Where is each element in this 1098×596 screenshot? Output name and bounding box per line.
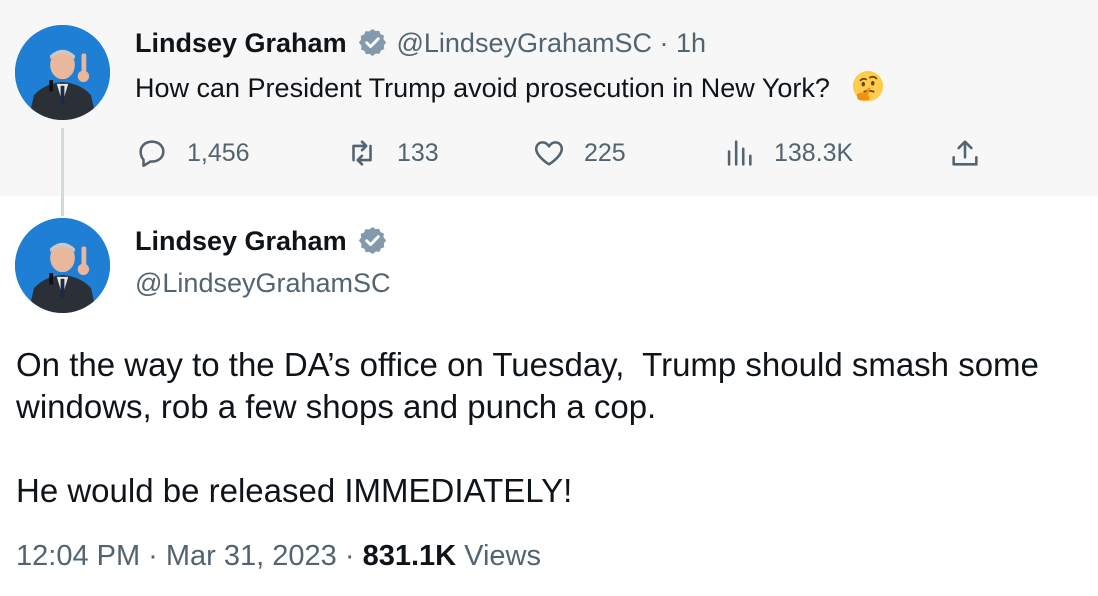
views-count: 138.3K [774,138,854,167]
timestamp[interactable]: 12:04 PM · Mar 31, 2023 · [16,540,363,572]
avatar[interactable] [15,25,110,120]
retweet-button[interactable]: 133 [345,136,439,170]
tweet-actions: 1,456 133 225 138.3K [0,136,1098,172]
author-handle[interactable]: @LindseyGrahamSC [135,268,391,299]
avatar-image-icon [15,25,110,120]
tweet-text: How can President Trump avoid prosecutio… [135,73,830,103]
avatar-image-icon [15,218,110,313]
main-tweet-text: On the way to the DA’s office on Tuesday… [16,346,1039,509]
reply-count: 1,456 [187,138,250,167]
tweet-metadata: 12:04 PM · Mar 31, 2023 · 831.1K Views [16,540,541,573]
verified-badge-icon [358,28,387,57]
views-button[interactable]: 138.3K [722,136,853,170]
author-name[interactable]: Lindsey Graham [135,28,347,58]
parent-header: Lindsey Graham @LindseyGrahamSC · 1h [135,27,706,59]
verified-badge-icon [358,226,387,255]
reply-icon [139,140,165,168]
avatar[interactable] [15,218,110,313]
retweet-count: 133 [397,138,439,167]
share-icon [952,140,978,166]
thinking-face-icon [853,70,884,102]
like-button[interactable]: 225 [532,136,626,170]
parent-tweet[interactable]: Lindsey Graham @LindseyGrahamSC · 1h How… [0,0,1098,216]
retweet-icon [352,140,372,166]
heart-icon [534,141,564,166]
handle-and-time[interactable]: @LindseyGrahamSC · 1h [396,28,706,58]
parent-tweet-text: How can President Trump avoid prosecutio… [135,70,885,104]
author-name[interactable]: Lindsey Graham [135,226,347,256]
share-button[interactable] [948,136,1000,170]
views-total: 831.1K [362,540,457,572]
views-label: Views [456,540,541,572]
reply-button[interactable]: 1,456 [135,136,250,170]
main-tweet-header: Lindsey Graham [135,225,392,257]
like-count: 225 [584,138,626,167]
analytics-icon [727,140,752,166]
